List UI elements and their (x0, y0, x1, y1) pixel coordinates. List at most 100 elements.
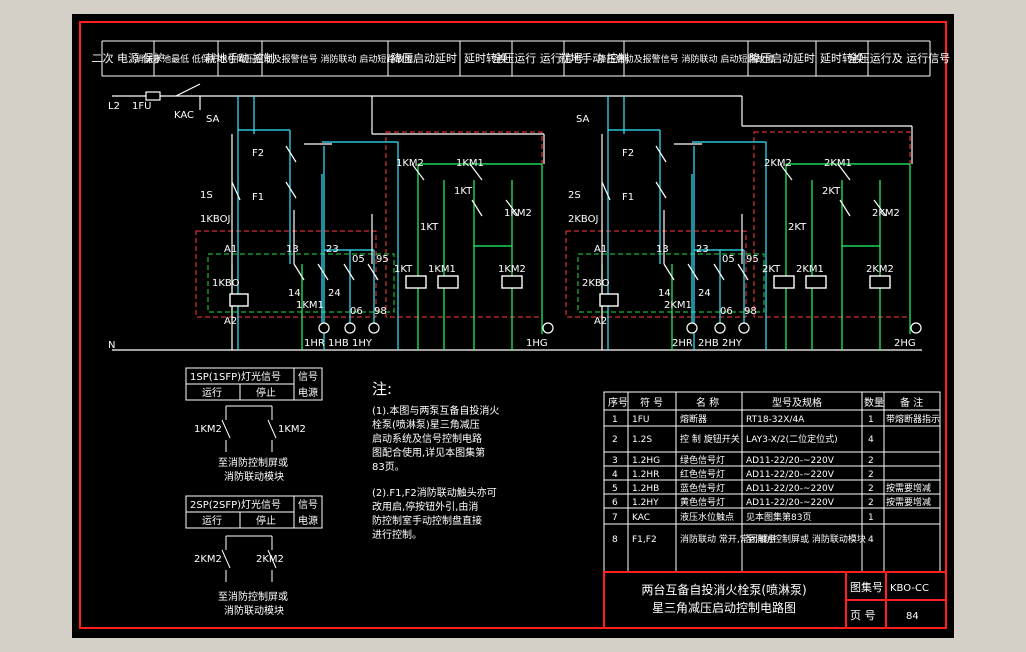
label-1km2-mid: 1KM2 (504, 208, 532, 219)
sig1-stop: 停止 (256, 386, 276, 399)
sig1-note1: 至消防控制屏或 (218, 456, 288, 469)
table-cell: 熔断器 (680, 413, 707, 425)
page-label: 页 号 (850, 609, 876, 622)
label-l2: L2 (108, 101, 120, 112)
table-cell: KAC (632, 513, 650, 523)
page-value: 84 (906, 611, 919, 622)
table-cell: 红色信号灯 (680, 468, 725, 480)
label-n: N (108, 340, 115, 351)
label-2hy: 2HY (722, 338, 743, 349)
coil-2km2 (869, 275, 891, 289)
parts-table: 序号 符 号 名 称 型号及规格 数量 备 注 1 1FU 熔断器 RT18-32X/… (603, 391, 941, 573)
table-cell: 7 (612, 513, 618, 523)
table-header-1: 符 号 (640, 396, 663, 409)
label-f2-2: F2 (622, 148, 634, 159)
sig1-c2: 1KM2 (278, 424, 306, 435)
notes-line-2: 栓泵(喷淋泵)星三角减压 (372, 418, 480, 431)
label-1hb: 1HB (328, 338, 349, 349)
label-a1-1: A1 (224, 244, 237, 255)
label-a2-1: A2 (224, 316, 237, 327)
label-2kt-mid: 2KT (788, 222, 807, 233)
table-cell: 蓝色信号灯 (680, 482, 725, 494)
label-2km1-contact: 2KM1 (664, 300, 692, 311)
label-24-2: 24 (698, 288, 711, 299)
label-23-1: 23 (326, 244, 339, 255)
label-2hg: 2HG (894, 338, 916, 349)
label-2km1-top: 2KM1 (824, 158, 852, 169)
title-line-2: 星三角减压启动控制电路图 (652, 600, 796, 615)
title-block: 两台互备自投消火栓泵(喷淋泵) 星三角减压启动控制电路图 图集号 KBO-CC … (603, 571, 947, 629)
table-cell: 2 (868, 470, 874, 480)
label-2km2-top: 2KM2 (764, 158, 792, 169)
schematic-drawing: 二次 电源 保护 消防水池最低 低保护水位 就地手动 控制 降压启动及报警信号 … (79, 21, 951, 629)
table-cell: 1.2HB (632, 484, 659, 494)
table-header-3: 型号及规格 (772, 396, 822, 409)
coil-1kbo (229, 293, 249, 307)
label-1hr: 1HR (304, 338, 325, 349)
sig2-note1: 至消防控制屏或 (218, 590, 288, 603)
table-cell: 1.2HG (632, 456, 660, 466)
table-cell: 按需要增减 (886, 482, 931, 494)
sig2-c1: 2KM2 (194, 554, 222, 565)
label-1s: 1S (200, 190, 213, 201)
drawing-viewport[interactable]: 二次 电源 保护 消防水池最低 低保护水位 就地手动 控制 降压启动及报警信号 … (72, 14, 954, 638)
label-1km2-coil: 1KM2 (498, 264, 526, 275)
label-a2-2: A2 (594, 316, 607, 327)
notes-line-6: (2).F1,F2消防联动触头亦可 (372, 486, 497, 499)
label-1hy: 1HY (352, 338, 373, 349)
table-header-4: 数量 (864, 396, 884, 409)
label-1hg: 1HG (526, 338, 548, 349)
table-cell: 2 (868, 498, 874, 508)
table-cell: 液压水位触点 (680, 511, 734, 523)
header-cell-12: 全压运行及 运行信号 (848, 51, 951, 65)
sig2-title: 2SP(2SFP)灯光信号 (190, 498, 281, 511)
label-a1-2: A1 (594, 244, 607, 255)
notes-line-5: 83页。 (372, 461, 405, 473)
table-cell: 3 (612, 456, 618, 466)
table-cell: 1.2S (632, 435, 652, 445)
table-cell: 至消防控制屏或 消防联动模块 (746, 533, 866, 545)
label-2s: 2S (568, 190, 581, 201)
lamp-1hg (542, 322, 554, 334)
label-2kt-coil: 2KT (762, 264, 781, 275)
table-cell: 控 制 旋钮开关 (680, 433, 740, 445)
label-f1-1: F1 (252, 192, 264, 203)
table-cell: 2 (868, 484, 874, 494)
label-1km1-contact: 1KM1 (296, 300, 324, 311)
label-1km1-coil: 1KM1 (428, 264, 456, 275)
indicator-lamps (318, 322, 922, 334)
table-cell: 1 (612, 415, 618, 425)
label-sa-2: SA (576, 114, 590, 125)
label-f2-1: F2 (252, 148, 264, 159)
table-cell: 1.2HR (632, 470, 659, 480)
table-cell: 5 (612, 484, 618, 494)
sig2-note2: 消防联动模块 (224, 604, 284, 617)
signal-box-2: 2SP(2SFP)灯光信号 运行 停止 信号 电源 2KM2 2KM2 至消防控… (185, 495, 323, 617)
atlas-label: 图集号 (850, 580, 883, 594)
table-cell: 黄色信号灯 (680, 496, 725, 508)
notes-line-7: 改用启,停按钮外引,由消 (372, 500, 478, 513)
table-cell: LAY3-X/2(二位定位式) (746, 433, 838, 445)
label-14-2: 14 (658, 288, 671, 299)
sig2-stop: 停止 (256, 514, 276, 527)
label-05-1: 05 (352, 254, 365, 265)
label-fu: 1FU (132, 101, 151, 112)
coil-1km2 (501, 275, 523, 289)
label-24-1: 24 (328, 288, 341, 299)
table-cell: 带熔断器指示 (886, 413, 940, 425)
coil-2kt (773, 275, 795, 289)
header-cell-9: 降压启动及报警信号 消防联动 启动短路故障 (598, 53, 775, 65)
label-2hr: 2HR (672, 338, 693, 349)
table-cell: 1.2HY (632, 498, 659, 508)
label-2kboj: 2KBOJ (568, 214, 598, 225)
sig2-power: 电源 (298, 514, 318, 527)
label-1km2-top: 1KM2 (396, 158, 424, 169)
label-06-2: 06 (720, 306, 733, 317)
signal-box-1: 1SP(1SFP)灯光信号 运行 停止 信号 电源 1KM2 1KM2 至消防控… (185, 367, 323, 483)
table-cell: 8 (612, 535, 618, 545)
lamp-2hy (738, 322, 750, 334)
table-cell: 1 (868, 415, 874, 425)
label-1km1-top: 1KM1 (456, 158, 484, 169)
notes-line-8: 防控制室手动控制盘直接 (372, 514, 482, 527)
lamp-2hb (714, 322, 726, 334)
